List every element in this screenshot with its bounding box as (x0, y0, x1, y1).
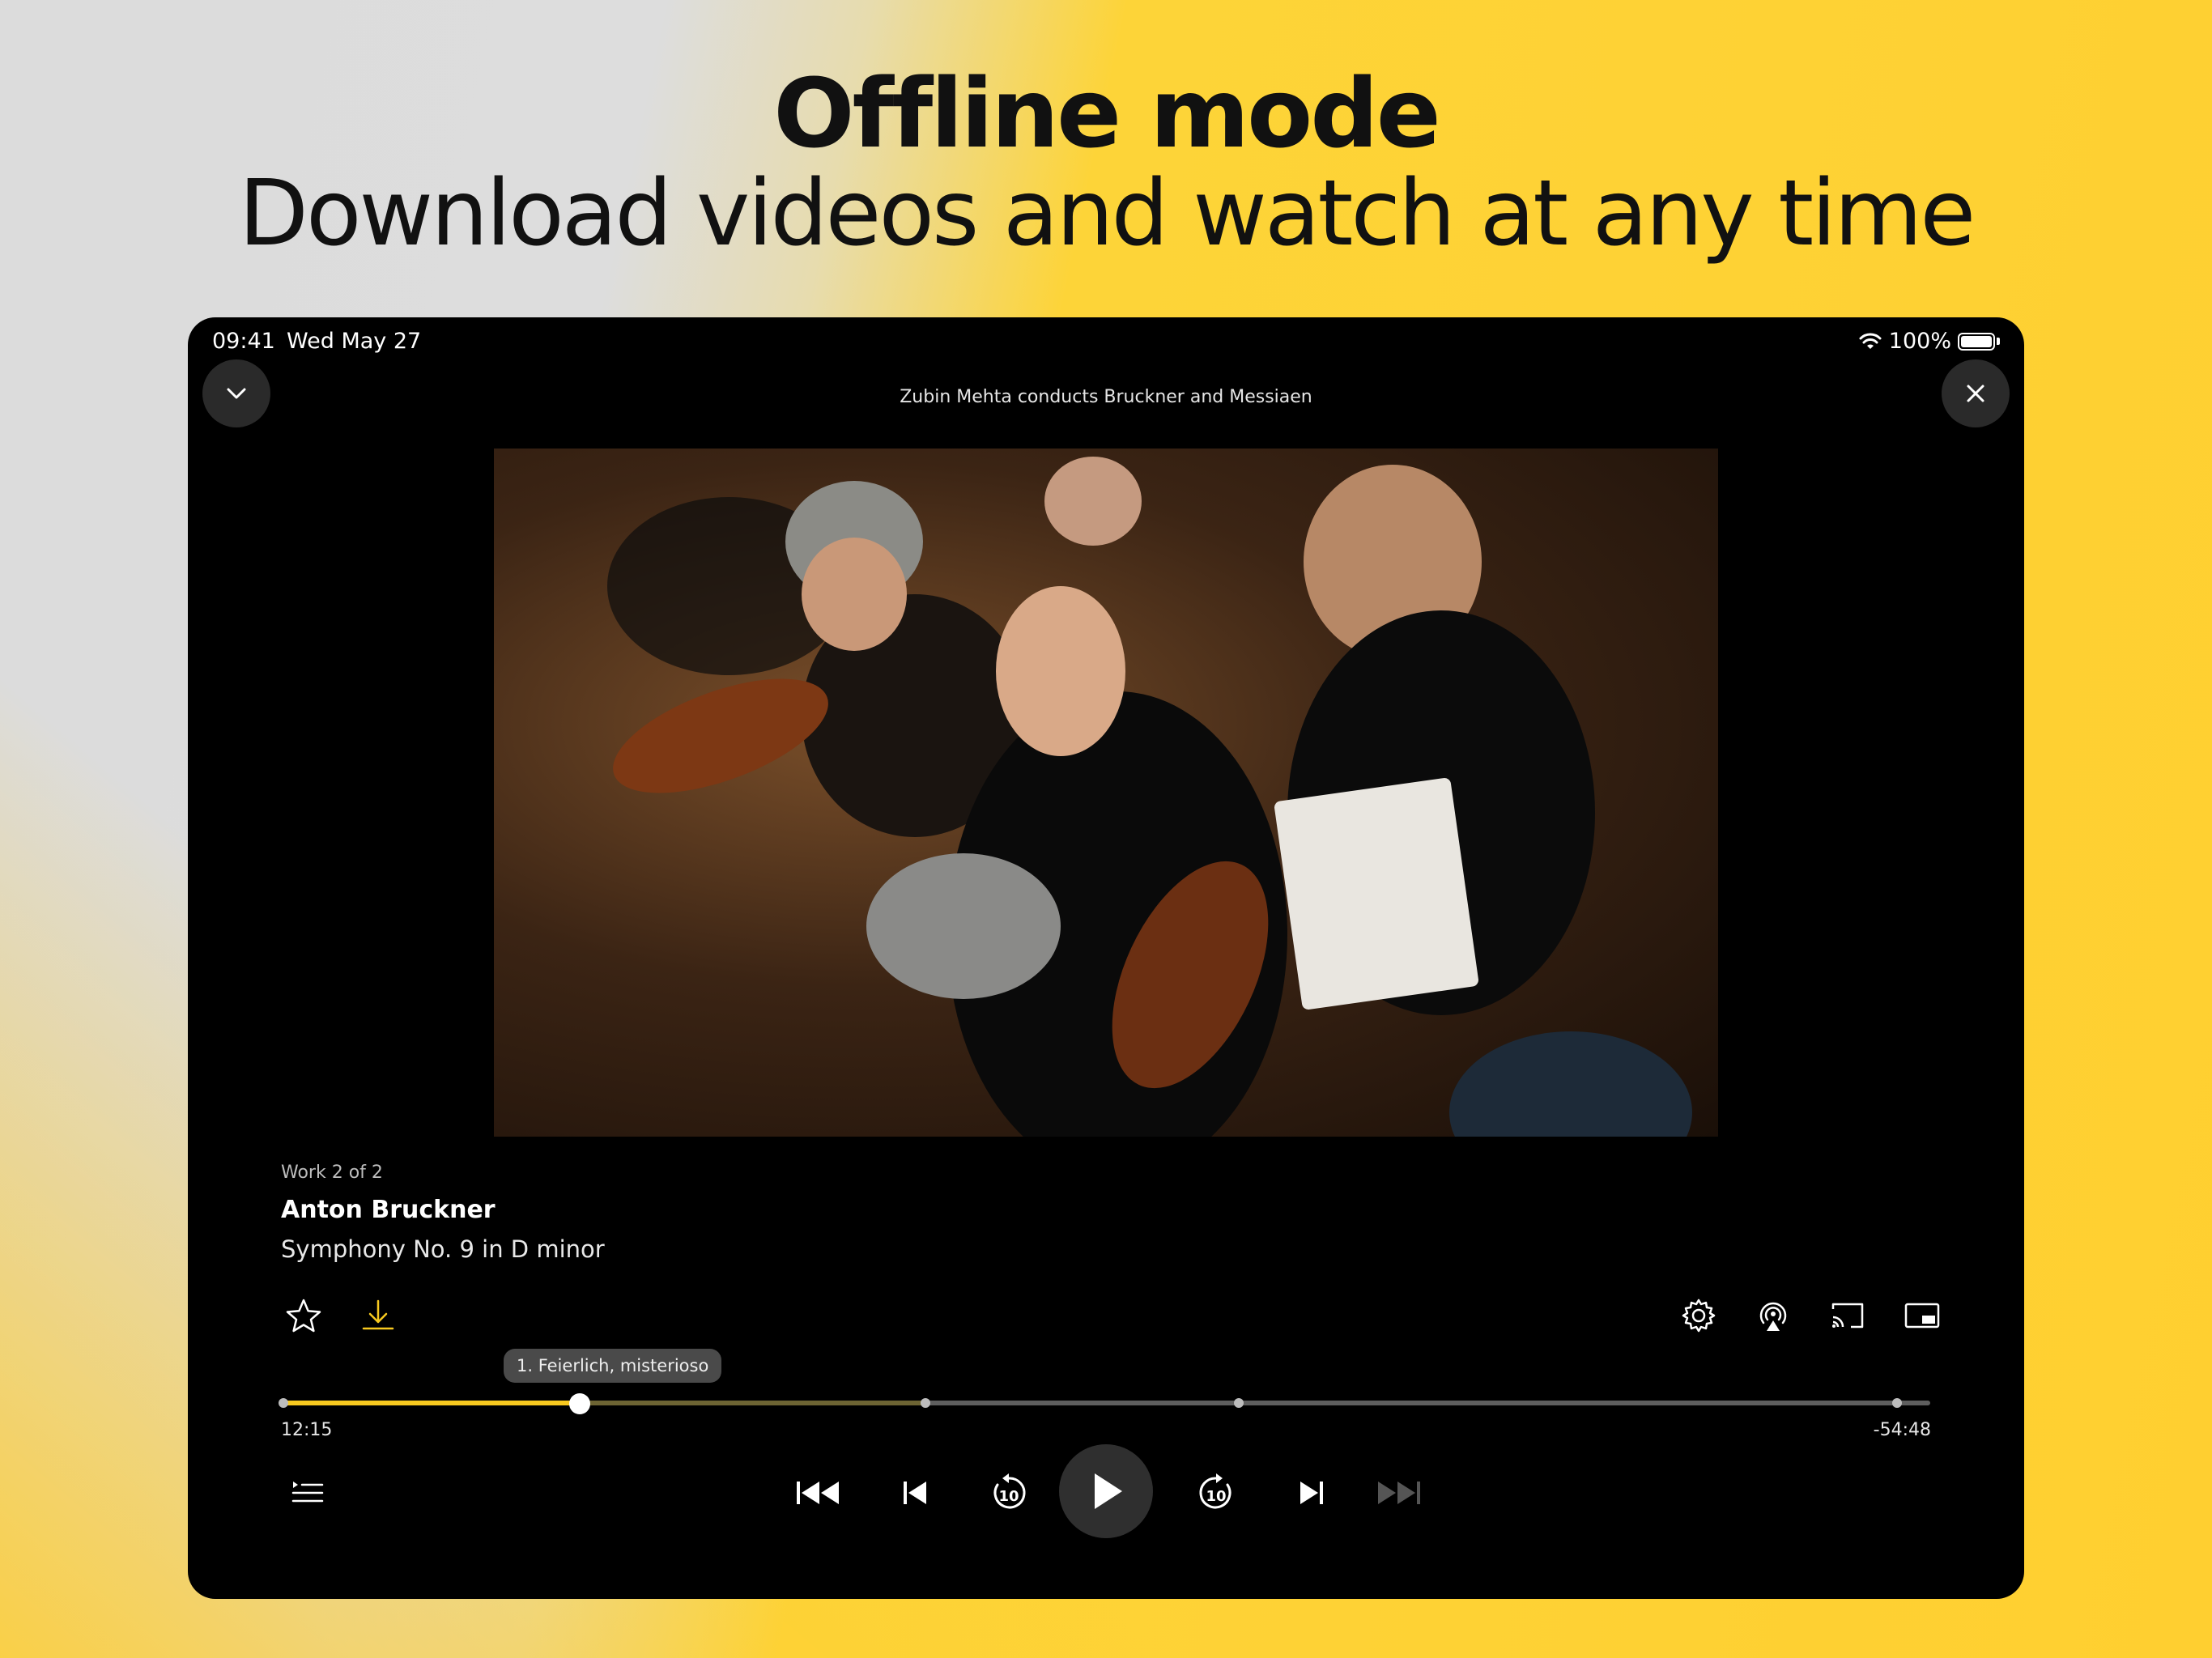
previous-work-button[interactable] (793, 1469, 842, 1517)
gear-icon (1682, 1299, 1716, 1333)
airplay-button[interactable] (1750, 1293, 1796, 1338)
tablet-screen: 09:41 Wed May 27 100% Zubin Mehta conduc… (188, 317, 2024, 1599)
chapter-marker[interactable] (279, 1398, 288, 1408)
previous-icon (904, 1482, 926, 1504)
airplay-icon (1759, 1302, 1787, 1331)
work-index: Work 2 of 2 (281, 1163, 383, 1183)
forward-10-button[interactable]: 10 (1192, 1469, 1240, 1517)
right-actions (1676, 1293, 1945, 1338)
picture-in-picture-icon (1904, 1303, 1940, 1329)
chapter-tooltip: 1. Feierlich, misterioso (504, 1349, 722, 1383)
chapter-marker[interactable] (1892, 1398, 1903, 1408)
status-date: Wed May 27 (287, 329, 422, 354)
headline-title: Offline mode (773, 57, 1441, 169)
progress-fill (283, 1401, 581, 1405)
track-info: Work 2 of 2 Anton Bruckner Symphony No. … (281, 1163, 605, 1263)
rewind-10-icon: 10 (993, 1473, 1026, 1509)
previous-chapter-button[interactable] (891, 1469, 939, 1517)
playlist-icon (291, 1482, 324, 1503)
video-frame[interactable] (494, 449, 1718, 1137)
composer-name: Anton Bruckner (281, 1196, 496, 1224)
headline-subtitle: Download videos and watch at any time (238, 161, 1976, 266)
battery-icon (1958, 332, 1995, 351)
cast-icon (1831, 1303, 1864, 1329)
skip-to-start-icon (797, 1482, 839, 1504)
status-right: 100% (1858, 329, 2000, 354)
forward-10-icon: 10 (1199, 1473, 1231, 1509)
piece-title: Symphony No. 9 in D minor (281, 1235, 605, 1263)
progress-bar[interactable] (279, 1386, 1930, 1418)
video-title: Zubin Mehta conducts Bruckner and Messia… (900, 387, 1312, 407)
download-icon (362, 1299, 394, 1330)
next-chapter-button[interactable] (1287, 1469, 1336, 1517)
download-button[interactable] (355, 1293, 401, 1338)
left-actions (281, 1293, 401, 1338)
close-icon (1967, 385, 1984, 402)
status-time: 09:41 (212, 329, 275, 354)
pip-button[interactable] (1899, 1293, 1945, 1338)
svg-text:10: 10 (1206, 1488, 1226, 1505)
rewind-10-button[interactable]: 10 (985, 1469, 1033, 1517)
chapter-marker[interactable] (921, 1398, 931, 1408)
skip-to-end-icon (1378, 1482, 1420, 1504)
wifi-icon (1859, 333, 1882, 349)
battery-tip (1997, 338, 2000, 345)
settings-button[interactable] (1676, 1293, 1721, 1338)
remaining-time: -54:48 (1873, 1420, 1931, 1440)
svg-text:10: 10 (998, 1488, 1019, 1505)
playlist-button[interactable] (283, 1469, 332, 1517)
play-button[interactable] (1059, 1444, 1153, 1538)
progress-track (283, 1401, 1930, 1405)
favorite-button[interactable] (281, 1293, 326, 1338)
next-icon (1300, 1482, 1323, 1504)
next-work-button[interactable] (1375, 1469, 1423, 1517)
close-button[interactable] (1942, 359, 2010, 427)
elapsed-time: 12:15 (281, 1420, 333, 1440)
progress-thumb[interactable] (569, 1393, 591, 1414)
cast-button[interactable] (1825, 1293, 1870, 1338)
headline: Offline mode Download videos and watch a… (0, 57, 2212, 262)
status-bar: 09:41 Wed May 27 100% (212, 329, 2000, 361)
progress-buffered (580, 1401, 926, 1405)
play-icon (1095, 1473, 1122, 1509)
star-icon (286, 1299, 321, 1333)
transport-controls: 10 10 (188, 1444, 2024, 1540)
chapter-marker[interactable] (1233, 1398, 1244, 1408)
battery-percent: 100% (1888, 329, 1951, 354)
